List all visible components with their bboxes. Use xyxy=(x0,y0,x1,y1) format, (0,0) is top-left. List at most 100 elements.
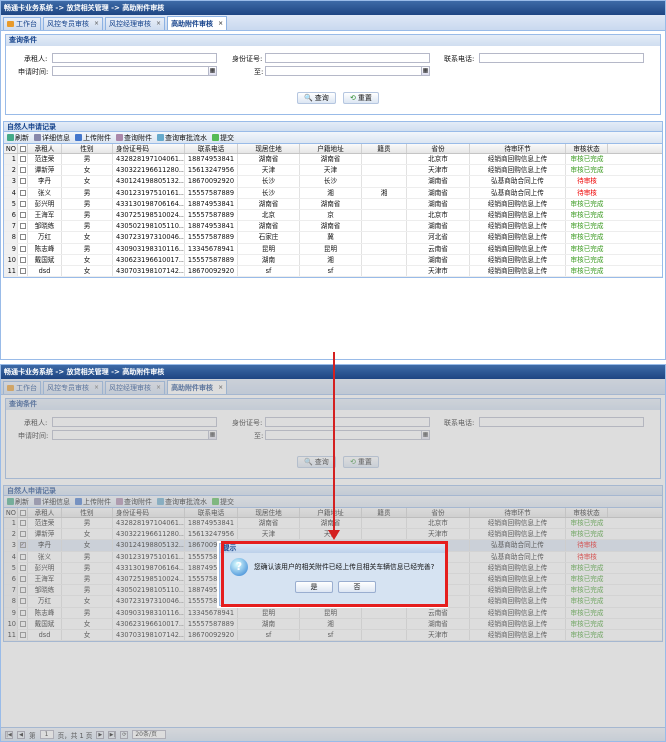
table-cell: 430725198510024... xyxy=(113,209,185,221)
row-checkbox[interactable] xyxy=(19,256,26,263)
table-cell: 审核已完成 xyxy=(570,166,604,175)
query-attachment-button[interactable]: 查询附件 xyxy=(116,133,152,143)
grid-header: NO 承租人 性别 身份证号码 联系电话 现居住地 户籍地址 籍贯 省份 待审环节 审核状态 xyxy=(4,144,662,154)
table-cell: 湖南 xyxy=(238,254,300,265)
row-checkbox[interactable] xyxy=(19,200,26,207)
table-row[interactable]: 10 戴国斌女 430623196610017... 15557587889 湖南湘 湖南… xyxy=(4,254,662,266)
table-cell: 湖南省 xyxy=(407,176,470,187)
tab-attachment-review[interactable]: 高助附件审核 × xyxy=(167,16,228,30)
table-cell: 7 xyxy=(4,221,18,232)
reset-icon: ⟲ xyxy=(350,94,356,102)
to-label: 至: xyxy=(254,68,264,76)
table-cell: 长沙 xyxy=(238,176,300,187)
column-header[interactable]: 审核状态 xyxy=(566,144,608,153)
column-header[interactable]: 户籍地址 xyxy=(300,144,362,153)
table-cell: 5 xyxy=(4,198,18,209)
row-checkbox-cell xyxy=(18,232,28,243)
column-header[interactable]: 联系电话 xyxy=(185,144,238,153)
row-checkbox-cell xyxy=(18,221,28,232)
detail-button[interactable]: 详细信息 xyxy=(34,133,70,143)
table-cell: 戴国斌 xyxy=(28,254,62,265)
table-cell: 4 xyxy=(4,187,18,198)
column-header[interactable] xyxy=(18,144,28,153)
close-icon[interactable]: × xyxy=(94,18,99,30)
row-checkbox[interactable] xyxy=(19,178,26,185)
upload-button[interactable]: 上传附件 xyxy=(75,133,111,143)
tab-risk-specialist[interactable]: 风控专员审核 × xyxy=(43,17,104,30)
column-header[interactable]: 籍贯 xyxy=(362,144,407,153)
table-cell: 彭兴明 xyxy=(28,198,62,209)
flow-icon xyxy=(157,134,164,141)
column-header[interactable]: NO xyxy=(4,144,18,153)
tab-risk-manager[interactable]: 风控经理审核 × xyxy=(105,17,166,30)
table-row[interactable]: 2 谭新萍女 430322196611280... 15613247956 天津 天津 天津… xyxy=(4,165,662,177)
table-cell: 审核已完成 xyxy=(570,199,604,208)
select-all-checkbox[interactable] xyxy=(19,146,26,152)
records-grid: NO 承租人 性别 身份证号码 联系电话 现居住地 户籍地址 籍贯 省份 待审环节 审核状态 1 范连荣… xyxy=(3,144,663,279)
table-cell: 13345678941 xyxy=(185,243,238,254)
table-cell: 男 xyxy=(62,154,113,165)
table-row[interactable]: 8 万红女430723197310046...15557587889石家庄冀 河北省… xyxy=(4,232,662,244)
table-cell: 15557587889 xyxy=(185,187,238,198)
table-cell: 湖南省 xyxy=(300,221,362,232)
refresh-button[interactable]: 刷新 xyxy=(7,133,29,143)
table-row[interactable]: 11 dsd 女 430703198107142... 18670092920 sf sf 天… xyxy=(4,265,662,278)
column-header[interactable]: 现居住地 xyxy=(238,144,300,153)
phone-input[interactable] xyxy=(479,53,644,63)
reset-button-label: 重置 xyxy=(357,94,372,102)
table-cell: 天津市 xyxy=(407,265,470,277)
table-cell: 433130198706164... xyxy=(113,198,185,209)
row-checkbox[interactable] xyxy=(19,267,26,274)
table-cell: 432828197104061... xyxy=(113,154,185,165)
column-header[interactable]: 省份 xyxy=(407,144,470,153)
table-cell: 经销商回购信息上传 xyxy=(470,165,566,176)
table-cell: 男 xyxy=(62,243,113,254)
row-checkbox[interactable] xyxy=(19,245,26,252)
table-cell: 8 xyxy=(4,232,18,243)
row-checkbox[interactable] xyxy=(19,156,26,162)
date-to-input[interactable]: ▦ xyxy=(265,66,430,76)
column-header[interactable]: 性别 xyxy=(62,144,113,153)
column-header[interactable]: 待审环节 xyxy=(470,144,566,153)
table-row[interactable]: 7邹晓练男430502198105110...18874953841湖南省湖南省… xyxy=(4,221,662,233)
renter-input[interactable] xyxy=(52,53,217,63)
table-cell: 昆明 xyxy=(300,243,362,254)
table-cell: 6 xyxy=(4,209,18,221)
id-input[interactable] xyxy=(265,53,430,63)
table-cell: 2 xyxy=(4,165,18,176)
table-row[interactable]: 6 王海军男430725198510024...15557587889北京京 北京市… xyxy=(4,209,662,222)
table-row[interactable]: 5彭兴明男433130198706164...18874953841湖南省湖南省… xyxy=(4,198,662,210)
table-cell: 陈志峰 xyxy=(28,243,62,254)
row-checkbox[interactable] xyxy=(19,234,26,241)
column-header[interactable]: 身份证号码 xyxy=(113,144,185,153)
table-cell: 15557587889 xyxy=(185,209,238,221)
table-cell: 女 xyxy=(62,254,113,265)
query-panel-title: 查询条件 xyxy=(6,35,660,46)
date-from-input[interactable]: ▦ xyxy=(52,66,217,76)
table-row[interactable]: 9 陈志峰男 430903198310116... 13345678941 昆明 昆明 云南… xyxy=(4,243,662,255)
table-cell: 430903198310116... xyxy=(113,243,185,254)
table-cell: 北京市 xyxy=(407,209,470,221)
close-icon[interactable]: × xyxy=(218,18,223,30)
close-icon[interactable]: × xyxy=(156,18,161,30)
table-row[interactable]: 4张义男430123197510161...15557587889长沙湘湘湖南省… xyxy=(4,187,662,199)
home-icon xyxy=(7,21,14,27)
calendar-icon[interactable]: ▦ xyxy=(208,66,217,76)
tab-workbench[interactable]: 工作台 xyxy=(3,17,41,30)
submit-button[interactable]: 提交 xyxy=(212,133,234,143)
reset-button[interactable]: ⟲ 重置 xyxy=(343,92,379,104)
query-flow-button[interactable]: 查询审批流水 xyxy=(157,133,207,143)
column-header[interactable]: 承租人 xyxy=(28,144,62,153)
row-checkbox[interactable] xyxy=(19,167,26,174)
table-row[interactable]: 1 范连荣男 432828197104061... 18874953841 湖南省 湖南省… xyxy=(4,154,662,166)
row-checkbox[interactable] xyxy=(19,223,26,230)
row-checkbox[interactable] xyxy=(19,211,26,218)
calendar-icon[interactable]: ▦ xyxy=(421,66,430,76)
table-row[interactable]: 3 李丹女 430124198805132... 18670092920 长沙 长沙 湖南省… xyxy=(4,176,662,188)
table-cell: 经销商回购信息上传 xyxy=(470,154,566,165)
row-checkbox[interactable] xyxy=(19,189,26,196)
toolbar-label: 查询附件 xyxy=(124,133,152,142)
row-checkbox-cell xyxy=(18,154,28,165)
search-button[interactable]: 🔍 查询 xyxy=(297,92,336,104)
table-cell: 王海军 xyxy=(28,209,62,221)
